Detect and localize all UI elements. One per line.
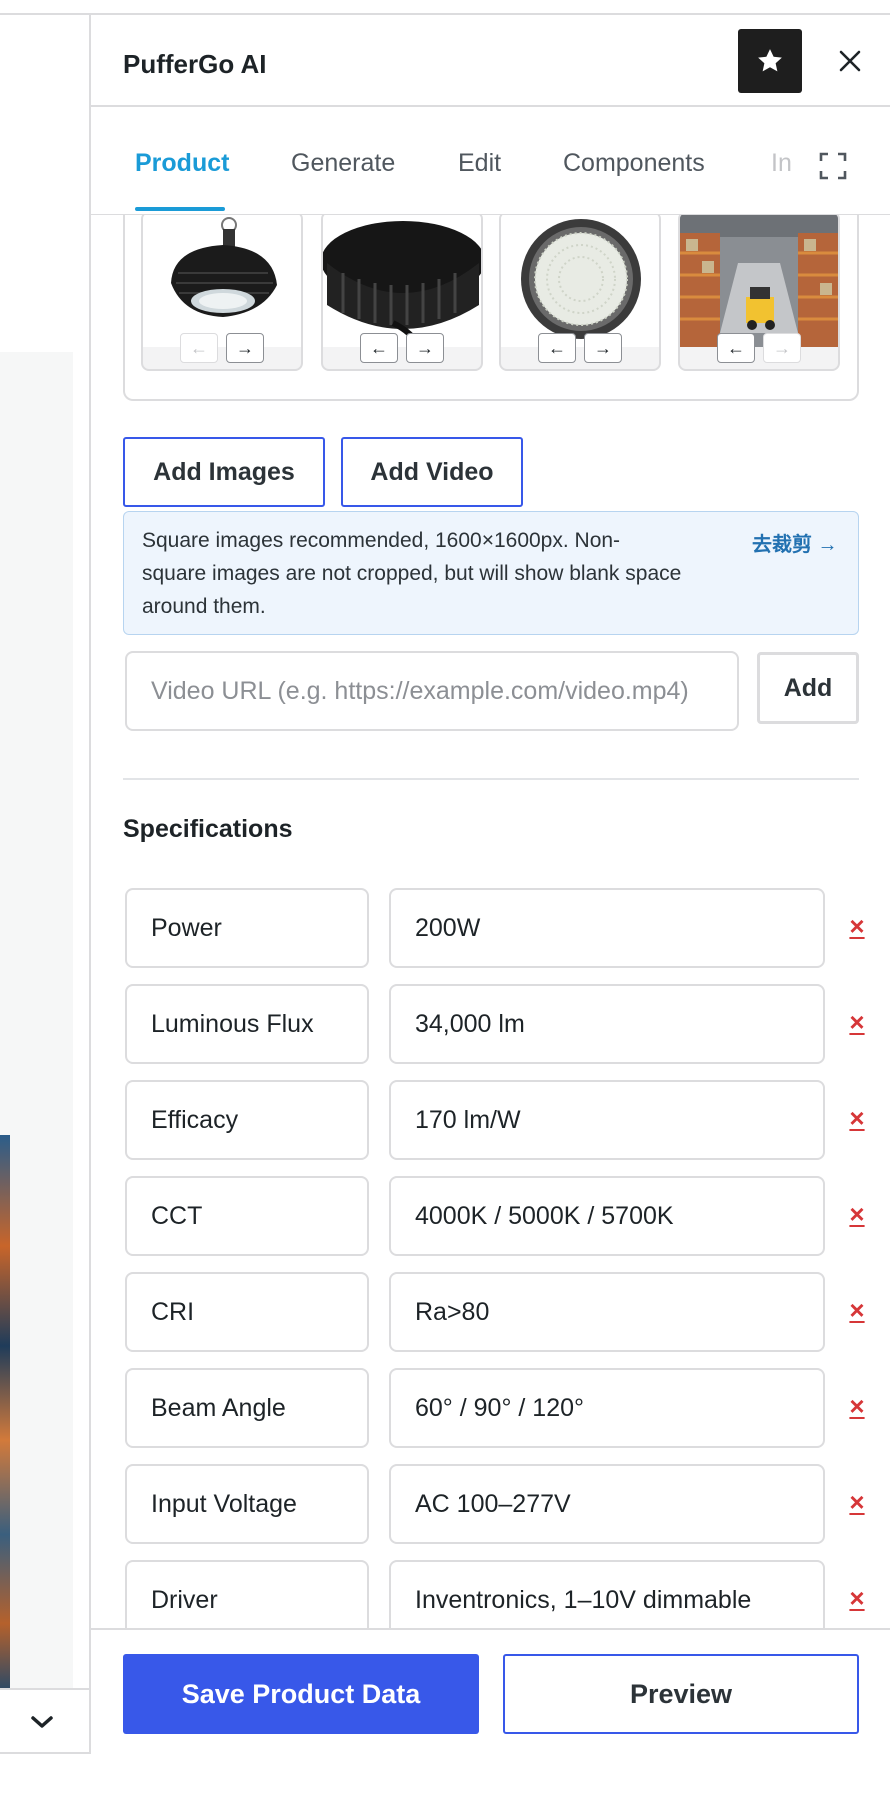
panel-scroll-area[interactable]: ← → ← → ← → ← → Add Images Add Video Squ… [91,215,890,1628]
product-image [501,215,659,347]
spec-value-input[interactable]: 170 lm/W [389,1080,825,1160]
tab-active-indicator [135,207,225,211]
delete-spec-button[interactable]: × [843,1386,871,1426]
add-video-button[interactable]: Add Video [341,437,523,507]
video-url-input[interactable] [125,651,739,731]
fullscreen-icon [819,152,847,180]
spec-row: Beam Angle 60° / 90° / 120° × [91,1368,890,1448]
star-icon [758,49,782,72]
delete-spec-button[interactable]: × [843,1194,871,1234]
spec-key-input[interactable]: Efficacy [125,1080,369,1160]
spec-key-input[interactable]: Driver [125,1560,369,1628]
delete-spec-button[interactable]: × [843,1290,871,1330]
spec-key-input[interactable]: CCT [125,1176,369,1256]
product-image [143,215,301,347]
spec-row: Efficacy 170 lm/W × [91,1080,890,1160]
gallery-thumbnail[interactable]: ← → [499,215,661,371]
spec-key-input[interactable]: Luminous Flux [125,984,369,1064]
panel-header: PufferGo AI [91,15,890,107]
spec-row: CCT 4000K / 5000K / 5700K × [91,1176,890,1256]
spec-key-input[interactable]: CRI [125,1272,369,1352]
panel-tabs: Product Generate Edit Components In [91,107,890,215]
specifications-title: Specifications [123,815,293,843]
spec-value-input[interactable]: Inventronics, 1–10V dimmable [389,1560,825,1628]
tab-overflow[interactable]: In [771,149,792,178]
section-divider [123,778,859,780]
spec-value-input[interactable]: 60° / 90° / 120° [389,1368,825,1448]
tab-generate[interactable]: Generate [291,149,395,178]
move-right-button[interactable]: → [406,333,444,363]
delete-spec-button[interactable]: × [843,1098,871,1138]
delete-spec-button[interactable]: × [843,906,871,946]
page-backdrop [0,0,890,1820]
star-button[interactable] [738,29,802,93]
move-left-button[interactable]: ← [538,333,576,363]
add-video-url-button[interactable]: Add [757,652,859,724]
move-right-button[interactable]: → [584,333,622,363]
notice-text: Square images recommended, 1600×1600px. … [142,529,682,618]
gallery-thumbnail[interactable]: ← → [321,215,483,371]
image-size-notice: Square images recommended, 1600×1600px. … [123,511,859,635]
spec-key-input[interactable]: Input Voltage [125,1464,369,1544]
spec-key-input[interactable]: Beam Angle [125,1368,369,1448]
spec-row: Driver Inventronics, 1–10V dimmable × [91,1560,890,1628]
panel-title: PufferGo AI [123,49,267,79]
move-left-button[interactable]: ← [717,333,755,363]
chevron-down-icon[interactable] [29,1710,55,1738]
spec-value-input[interactable]: 200W [389,888,825,968]
close-icon [839,50,861,72]
save-product-data-button[interactable]: Save Product Data [123,1654,479,1734]
thumbnail-controls: ← → [143,333,301,367]
spec-value-input[interactable]: 4000K / 5000K / 5700K [389,1176,825,1256]
tab-edit[interactable]: Edit [458,149,501,178]
image-gallery: ← → ← → ← → ← → [123,215,859,401]
spec-row: Power 200W × [91,888,890,968]
move-right-button[interactable]: → [763,333,801,363]
thumbnail-controls: ← → [323,333,481,367]
spec-row: Luminous Flux 34,000 lm × [91,984,890,1064]
close-button[interactable] [826,37,874,85]
thumbnail-controls: ← → [501,333,659,367]
product-image [680,215,838,347]
panel-footer: Save Product Data Preview [91,1628,890,1754]
crop-link[interactable]: 去裁剪 → [752,528,838,557]
backdrop-divider [0,13,89,15]
product-image [323,215,481,349]
fullscreen-button[interactable] [810,143,856,189]
backdrop-pane [0,352,73,1688]
delete-spec-button[interactable]: × [843,1002,871,1042]
spec-key-input[interactable]: Power [125,888,369,968]
gallery-thumbnail[interactable]: ← → [678,215,840,371]
delete-spec-button[interactable]: × [843,1482,871,1522]
gallery-thumbnail[interactable]: ← → [141,215,303,371]
spec-row: CRI Ra>80 × [91,1272,890,1352]
thumbnail-controls: ← → [680,333,838,367]
tab-product[interactable]: Product [135,149,229,178]
add-images-button[interactable]: Add Images [123,437,325,507]
move-left-button[interactable]: ← [180,333,218,363]
delete-spec-button[interactable]: × [843,1578,871,1618]
move-right-button[interactable]: → [226,333,264,363]
spec-value-input[interactable]: Ra>80 [389,1272,825,1352]
preview-button[interactable]: Preview [503,1654,859,1734]
move-left-button[interactable]: ← [360,333,398,363]
puffergo-panel: PufferGo AI Product Generate Edit Compon… [89,13,890,1754]
backdrop-photo-edge [0,1135,10,1690]
spec-value-input[interactable]: AC 100–277V [389,1464,825,1544]
tab-components[interactable]: Components [563,149,705,178]
spec-row: Input Voltage AC 100–277V × [91,1464,890,1544]
spec-value-input[interactable]: 34,000 lm [389,984,825,1064]
